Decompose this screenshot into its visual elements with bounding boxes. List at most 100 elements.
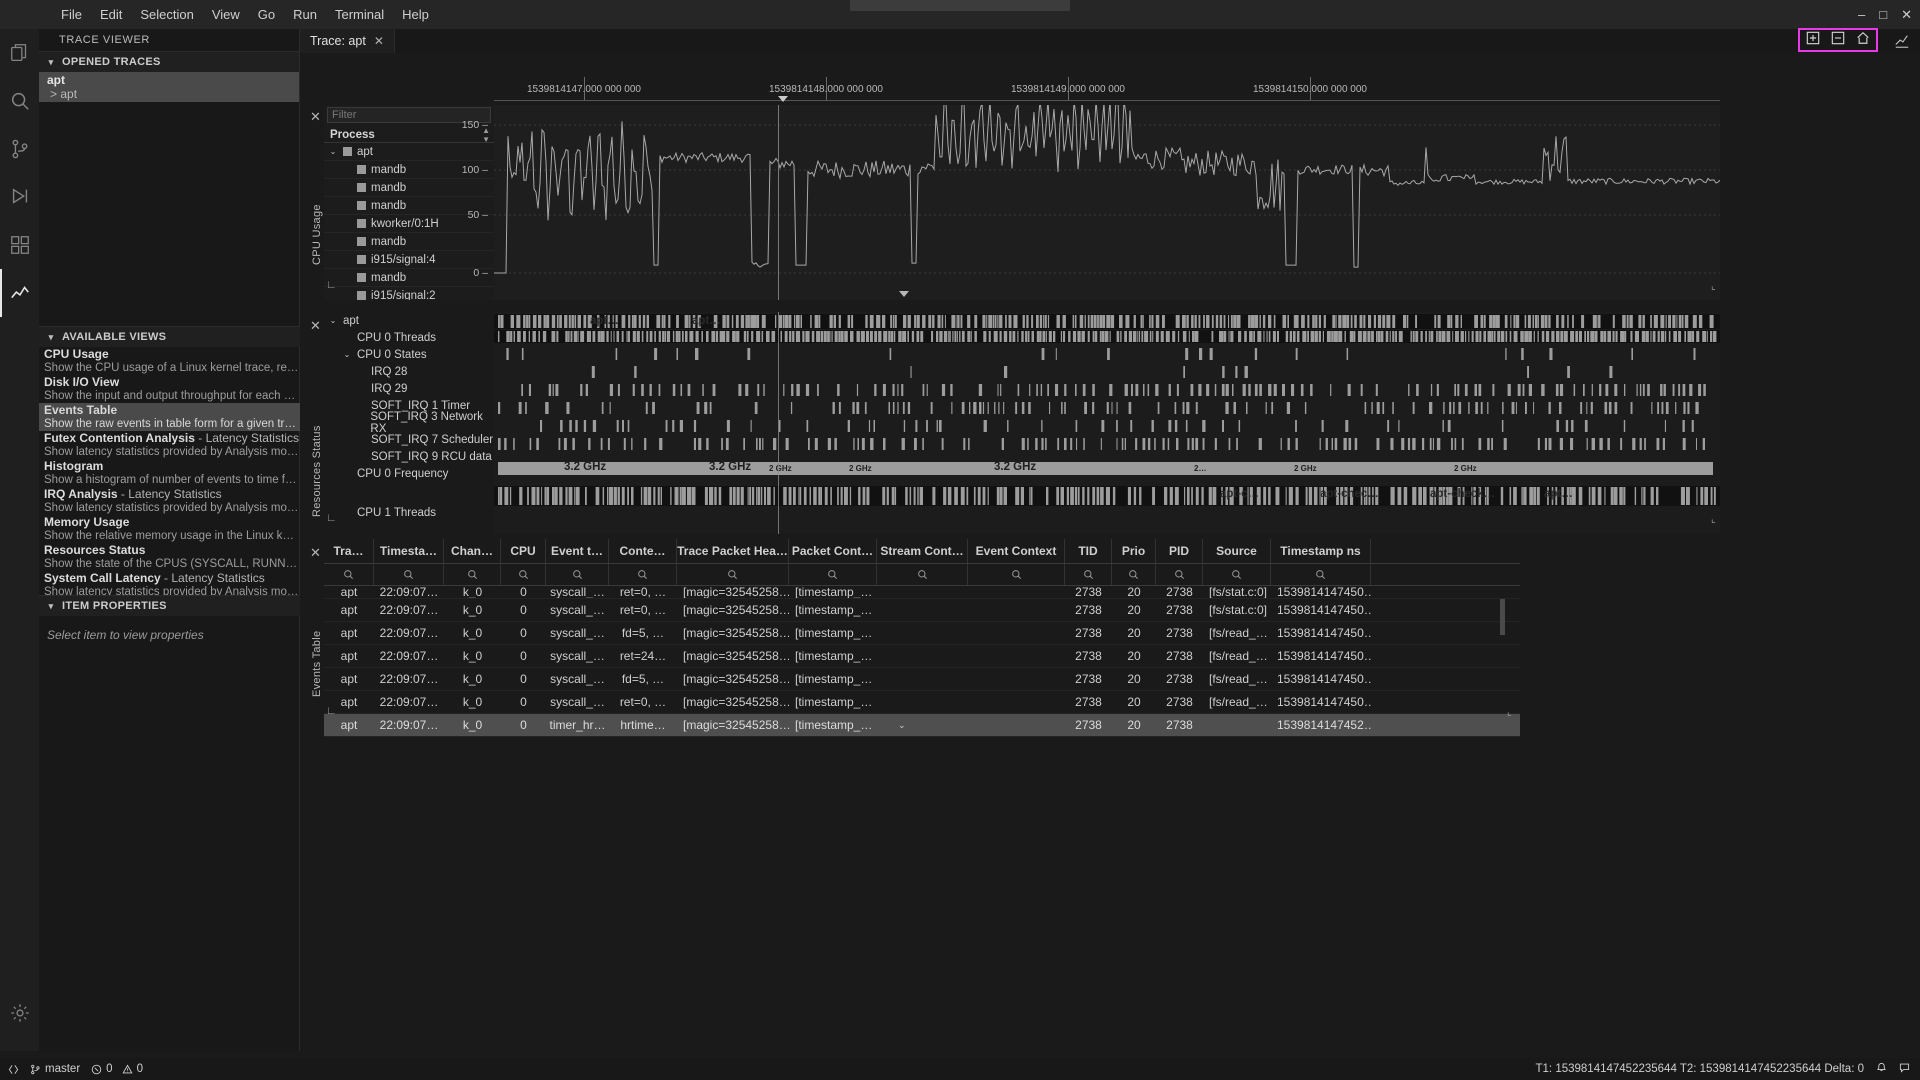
events-table-header-trace[interactable]: Tra…	[324, 539, 374, 563]
cpu0-frequency-row[interactable]: 3.2 GHz3.2 GHz2 GHz2 GHz3.2 GHz2…2 GHz2 …	[494, 460, 1720, 477]
events-table-row[interactable]: apt22:09:07…k_00syscall_…ret=0, …[magic=…	[324, 586, 1520, 599]
events-table-header-cpu[interactable]: CPU	[501, 539, 546, 563]
events-table-header-tid[interactable]: TID	[1065, 539, 1112, 563]
resources-timegraph[interactable]: apt… apt… 3.2 GHz3.2 GHz2 GHz2 GHz3.2 GH…	[494, 312, 1720, 534]
time-cursor-line[interactable]	[778, 312, 779, 534]
minimize-button[interactable]: –	[1858, 7, 1865, 22]
menu-edit[interactable]: Edit	[91, 4, 131, 26]
series-color-swatch[interactable]	[357, 291, 366, 300]
cpu-usage-chart[interactable]	[494, 105, 1720, 300]
events-table-search-stream_context[interactable]	[877, 564, 968, 585]
resources-tree-row[interactable]: SOFT_IRQ 9 RCU data	[324, 448, 494, 465]
events-table-search-event_context[interactable]	[968, 564, 1065, 585]
events-table-row[interactable]: apt22:09:07…k_00timer_hr…hrtime…[magic=3…	[324, 714, 1520, 737]
cpu0-states-row[interactable]	[494, 330, 1720, 343]
view-item-cpu-usage[interactable]: CPU UsageShow the CPU usage of a Linux k…	[39, 347, 300, 375]
menu-run[interactable]: Run	[284, 4, 326, 26]
events-table-search-channel[interactable]	[444, 564, 501, 585]
timeline-ruler[interactable]: 1539814147.000 000 0001539814148.000 000…	[494, 77, 1720, 101]
events-table-search-source[interactable]	[1203, 564, 1271, 585]
events-table-header-channel[interactable]: Chan…	[444, 539, 501, 563]
view-item-futex-contention-analysis[interactable]: Futex Contention Analysis - Latency Stat…	[39, 431, 300, 459]
events-table-header-stream_context[interactable]: Stream Cont…	[877, 539, 968, 563]
problems-status[interactable]: 0 0	[91, 1063, 143, 1075]
time-cursor-line[interactable]	[778, 105, 779, 300]
events-table-header-pid[interactable]: PID	[1156, 539, 1203, 563]
series-color-swatch[interactable]	[357, 219, 366, 228]
cpu-usage-close-icon[interactable]: ✕	[310, 109, 321, 125]
events-table-search-trace[interactable]	[324, 564, 374, 585]
resources-tree-row[interactable]: CPU 0 Frequency	[324, 465, 494, 482]
run-debug-icon[interactable]	[0, 173, 39, 221]
events-table-header-timestamp_ns[interactable]: Timestamp ns	[1271, 539, 1371, 563]
events-table-header-packet_context[interactable]: Packet Cont…	[789, 539, 877, 563]
events-table-scrollbar[interactable]	[1500, 599, 1505, 635]
resources-tree-row[interactable]: IRQ 28	[324, 363, 494, 380]
events-table-search-prio[interactable]	[1112, 564, 1156, 585]
events-table-row[interactable]: apt22:09:07…k_00syscall_…fd=5, …[magic=3…	[324, 668, 1520, 691]
menu-file[interactable]: File	[52, 4, 91, 26]
series-color-swatch[interactable]	[357, 165, 366, 174]
events-table-search-event_type[interactable]	[546, 564, 609, 585]
resources-tree-row[interactable]: SOFT_IRQ 7 Scheduler	[324, 431, 494, 448]
irq-29-states[interactable]	[494, 364, 1720, 380]
menu-terminal[interactable]: Terminal	[326, 4, 393, 26]
soft-irq-3-states[interactable]	[494, 400, 1720, 416]
events-table-row[interactable]: apt22:09:07…k_00syscall_…fd=5, …[magic=3…	[324, 622, 1520, 645]
range-marker[interactable]	[899, 291, 909, 297]
view-item-histogram[interactable]: HistogramShow a histogram of number of e…	[39, 459, 300, 487]
chevron-down-icon[interactable]: ⌄	[342, 350, 352, 359]
menu-help[interactable]: Help	[393, 4, 438, 26]
resources-tree-row[interactable]: CPU 1 Threads	[324, 504, 494, 521]
cpu0-threads-row[interactable]: apt… apt…	[494, 314, 1720, 329]
trace-viewer-icon[interactable]	[0, 269, 39, 317]
view-item-events-table[interactable]: Events TableShow the raw events in table…	[39, 403, 300, 431]
resources-tree-row[interactable]	[324, 482, 494, 504]
zoom-in-button[interactable]	[1806, 31, 1820, 50]
events-table-row[interactable]: apt22:09:07…k_00syscall_…ret=24…[magic=3…	[324, 645, 1520, 668]
feedback-icon[interactable]	[1899, 1062, 1910, 1076]
events-table-search-contents[interactable]	[609, 564, 677, 585]
resize-corner-icon[interactable]: ⌞	[1711, 281, 1716, 292]
maximize-button[interactable]: □	[1879, 7, 1887, 22]
events-table-search-tid[interactable]	[1065, 564, 1112, 585]
settings-gear-icon[interactable]	[0, 989, 39, 1037]
events-table-search-packet_context[interactable]	[789, 564, 877, 585]
resources-tree-row[interactable]: CPU 0 Threads	[324, 329, 494, 346]
row-expand-caret-icon[interactable]: ⌄	[898, 720, 906, 731]
events-table-header-trace_packet_header[interactable]: Trace Packet Hea…	[677, 539, 789, 563]
resize-handle-icon[interactable]: ∟	[326, 512, 337, 524]
zoom-out-button[interactable]	[1831, 31, 1845, 50]
opened-trace-item[interactable]: apt> apt	[39, 72, 299, 102]
menu-go[interactable]: Go	[249, 4, 284, 26]
bell-icon[interactable]	[1876, 1062, 1887, 1076]
tab-trace-apt[interactable]: Trace: apt ✕	[300, 29, 395, 53]
resources-tree-row[interactable]: IRQ 29	[324, 380, 494, 397]
git-branch-status[interactable]: master	[30, 1063, 80, 1075]
series-color-swatch[interactable]	[357, 237, 366, 246]
chevron-down-icon[interactable]: ⌄	[328, 147, 338, 156]
search-icon[interactable]	[0, 77, 39, 125]
soft-irq-7-states[interactable]	[494, 418, 1720, 434]
item-properties-header[interactable]: ▾ ITEM PROPERTIES	[39, 595, 300, 616]
events-table-header-prio[interactable]: Prio	[1112, 539, 1156, 563]
series-color-swatch[interactable]	[343, 147, 352, 156]
resize-handle-icon[interactable]: ∟	[326, 705, 337, 717]
events-table-header-event_context[interactable]: Event Context	[968, 539, 1065, 563]
explorer-icon[interactable]	[0, 29, 39, 77]
series-color-swatch[interactable]	[357, 183, 366, 192]
cpu1-threads-row[interactable]: apt-c…apt-chec…apt-check…apt…	[494, 486, 1720, 506]
toggle-layout-button[interactable]	[1894, 33, 1910, 54]
selection-marker[interactable]	[778, 96, 788, 102]
events-table-header-source[interactable]: Source	[1203, 539, 1271, 563]
events-table-row[interactable]: apt22:09:07…k_00syscall_…ret=0, …[magic=…	[324, 599, 1520, 622]
extensions-icon[interactable]	[0, 221, 39, 269]
resources-tree-row[interactable]: ⌄CPU 0 States	[324, 346, 494, 363]
events-table-search-trace_packet_header[interactable]	[677, 564, 789, 585]
menu-view[interactable]: View	[203, 4, 249, 26]
events-table-search-timestamp_ns[interactable]	[1271, 564, 1371, 585]
events-table-header-contents[interactable]: Conte…	[609, 539, 677, 563]
soft-irq-9-states[interactable]	[494, 436, 1720, 452]
events-table-search-pid[interactable]	[1156, 564, 1203, 585]
view-item-irq-analysis[interactable]: IRQ Analysis - Latency StatisticsShow la…	[39, 487, 300, 515]
